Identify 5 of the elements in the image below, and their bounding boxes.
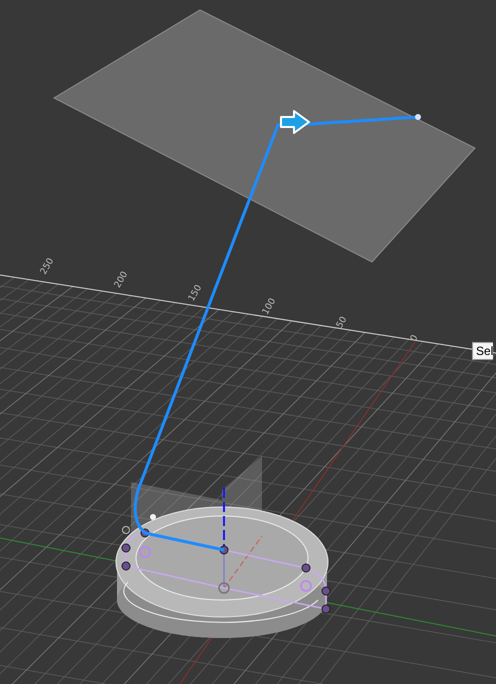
direction-arrow-icon[interactable] [280, 110, 310, 134]
ruler-label: 50 [334, 315, 350, 330]
ruler-label: 0 [408, 334, 420, 344]
path-endpoint [415, 114, 421, 120]
tooltip: Sel [472, 342, 494, 360]
